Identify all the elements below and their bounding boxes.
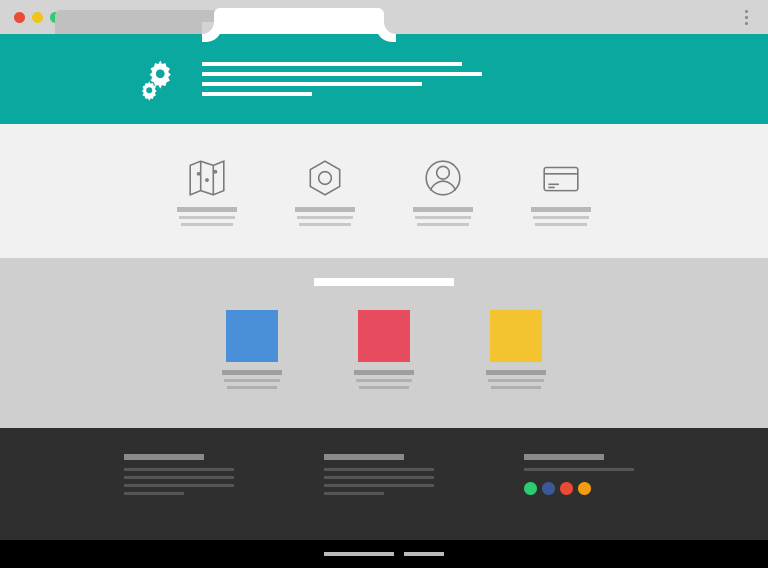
bottom-bar [0, 540, 768, 568]
features-row [0, 124, 768, 258]
browser-tab-active[interactable] [214, 8, 384, 34]
hero-banner [0, 34, 768, 124]
gallery-title [314, 278, 454, 286]
footer-col-1 [124, 454, 244, 540]
social-icon[interactable] [560, 482, 573, 495]
footer [0, 428, 768, 540]
feature-label [295, 207, 355, 226]
browser-tab-inactive[interactable] [55, 10, 225, 34]
feature-profile[interactable] [413, 157, 473, 226]
social-icon[interactable] [542, 482, 555, 495]
thumbnail [358, 310, 410, 362]
hero-text [202, 62, 482, 96]
feature-settings[interactable] [295, 157, 355, 226]
card-label [222, 370, 282, 389]
footer-col-2 [324, 454, 444, 540]
minimize-icon[interactable] [32, 12, 43, 23]
close-icon[interactable] [14, 12, 25, 23]
feature-map[interactable] [177, 157, 237, 226]
user-icon [422, 157, 464, 199]
feature-label [177, 207, 237, 226]
gallery-section [0, 258, 768, 428]
card-blue[interactable] [222, 310, 282, 389]
card-label [486, 370, 546, 389]
gears-icon [140, 57, 184, 101]
feature-label [531, 207, 591, 226]
card-icon [540, 157, 582, 199]
social-icon[interactable] [578, 482, 591, 495]
browser-chrome [0, 0, 768, 34]
card-red[interactable] [354, 310, 414, 389]
social-icon[interactable] [524, 482, 537, 495]
hexnut-icon [304, 157, 346, 199]
feature-label [413, 207, 473, 226]
kebab-menu-icon[interactable] [745, 10, 748, 25]
card-yellow[interactable] [486, 310, 546, 389]
thumbnail [490, 310, 542, 362]
social-icons [524, 482, 644, 495]
card-label [354, 370, 414, 389]
window-controls [14, 12, 61, 23]
feature-payment[interactable] [531, 157, 591, 226]
thumbnail [226, 310, 278, 362]
map-icon [186, 157, 228, 199]
card-row [222, 310, 546, 389]
footer-col-3 [524, 454, 644, 540]
